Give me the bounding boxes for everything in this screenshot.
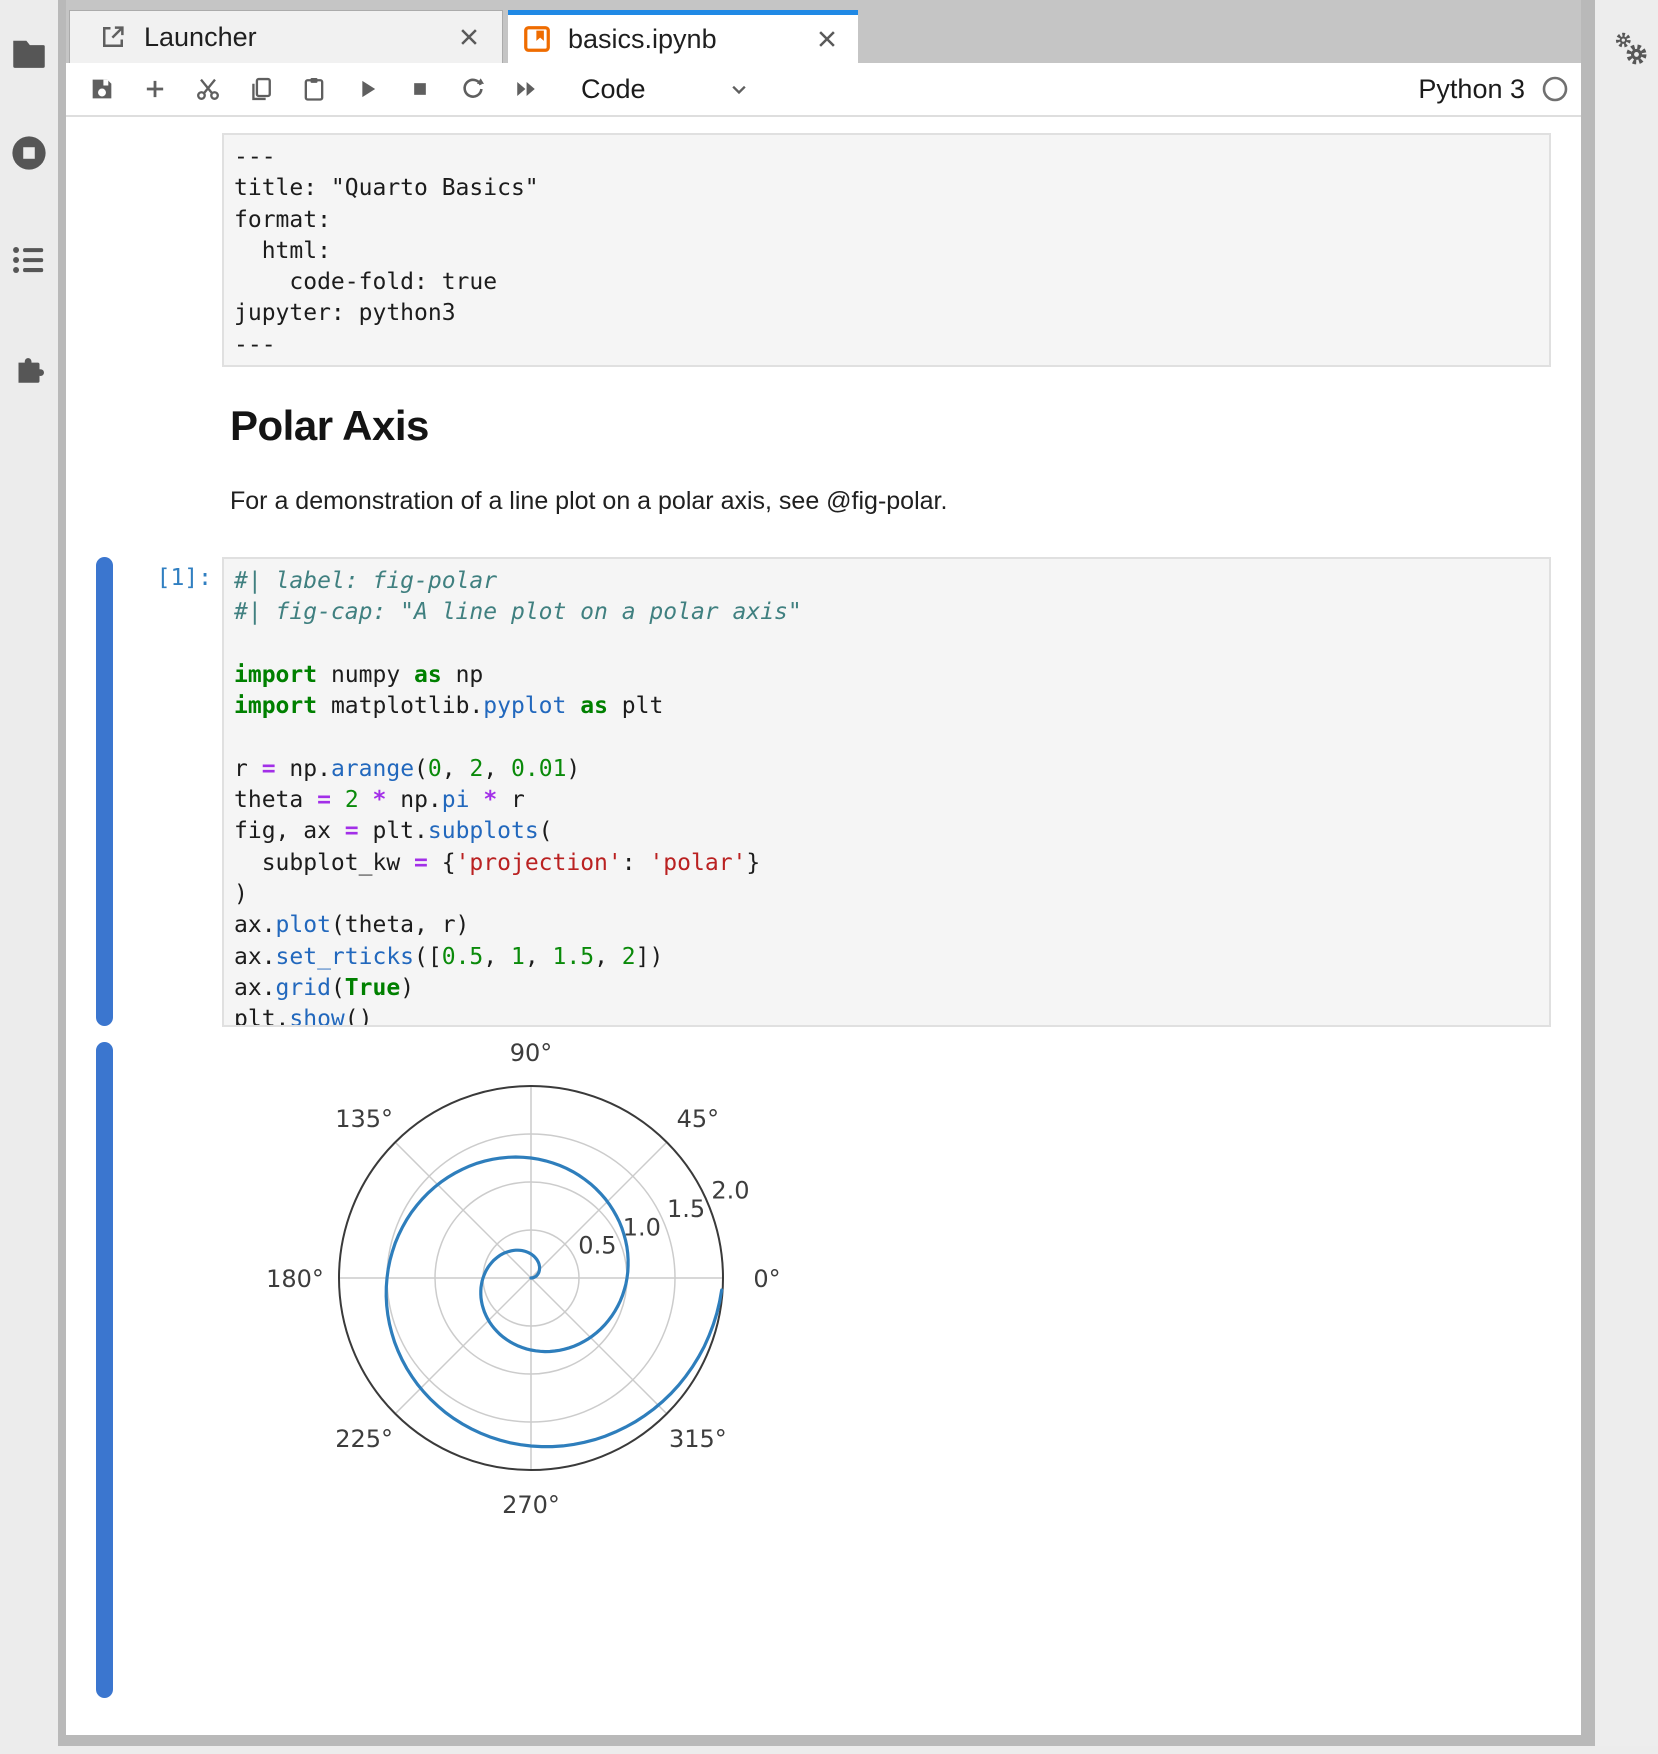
launcher-icon	[98, 22, 128, 52]
panel-divider-right	[1581, 0, 1595, 1746]
play-icon[interactable]	[353, 75, 381, 103]
svg-text:0.5: 0.5	[578, 1232, 616, 1260]
gears-icon[interactable]	[1609, 28, 1653, 72]
cell-type-dropdown[interactable]: Code	[581, 74, 753, 105]
left-sidebar	[0, 0, 58, 1746]
code-line: ax.grid(True)	[234, 973, 1549, 1004]
svg-text:1.5: 1.5	[667, 1195, 705, 1223]
tab-label: Launcher	[144, 22, 257, 53]
output-collapser[interactable]	[96, 1042, 113, 1698]
close-icon[interactable]	[454, 22, 484, 52]
svg-text:270°: 270°	[502, 1491, 560, 1519]
code-line: ax.plot(theta, r)	[234, 910, 1549, 941]
fast-forward-icon[interactable]	[512, 75, 540, 103]
notebook-toolbar: Code Python 3	[66, 63, 1581, 117]
svg-text:45°: 45°	[677, 1105, 720, 1133]
right-sidebar	[1595, 0, 1658, 1746]
raw-cell-line: title: "Quarto Basics"	[234, 173, 1549, 204]
save-icon[interactable]	[88, 75, 116, 103]
raw-cell-line: format:	[234, 205, 1549, 236]
code-line: fig, ax = plt.subplots(	[234, 816, 1549, 847]
plus-icon[interactable]	[141, 75, 169, 103]
code-line: theta = 2 * np.pi * r	[234, 785, 1549, 816]
cell-type-label: Code	[581, 74, 646, 105]
raw-yaml-cell[interactable]: ---title: "Quarto Basics"format: html: c…	[222, 133, 1551, 367]
raw-cell-line: jupyter: python3	[234, 298, 1549, 329]
chevron-down-icon	[725, 75, 753, 103]
panel-divider-left	[58, 0, 66, 1746]
svg-text:315°: 315°	[669, 1425, 727, 1453]
code-line: )	[234, 879, 1549, 910]
svg-text:135°: 135°	[335, 1105, 393, 1133]
code-line	[234, 722, 1549, 753]
raw-cell-line: ---	[234, 142, 1549, 173]
code-line: subplot_kw = {'projection': 'polar'}	[234, 848, 1549, 879]
code-editor[interactable]: #| label: fig-polar#| fig-cap: "A line p…	[222, 557, 1551, 1027]
code-line: r = np.arange(0, 2, 0.01)	[234, 754, 1549, 785]
svg-text:1.0: 1.0	[623, 1213, 661, 1241]
svg-text:0°: 0°	[753, 1265, 780, 1293]
copy-icon[interactable]	[247, 75, 275, 103]
polar-plot-output: 0° 45° 90° 135° 180° 225° 270° 315° 0.51.01.52.0	[211, 1043, 851, 1523]
markdown-heading: Polar Axis	[230, 402, 429, 450]
restart-icon[interactable]	[459, 75, 487, 103]
code-line: ax.set_rticks([0.5, 1, 1.5, 2])	[234, 942, 1549, 973]
code-line	[234, 629, 1549, 660]
svg-text:225°: 225°	[335, 1425, 393, 1453]
code-line: import matplotlib.pyplot as plt	[234, 691, 1549, 722]
stop-icon[interactable]	[406, 75, 434, 103]
raw-cell-line: ---	[234, 330, 1549, 361]
raw-cell-line: html:	[234, 236, 1549, 267]
svg-text:180°: 180°	[266, 1265, 324, 1293]
window-bottom-border	[58, 1735, 1595, 1746]
paste-icon[interactable]	[300, 75, 328, 103]
code-line: #| label: fig-polar	[234, 566, 1549, 597]
tab-label: basics.ipynb	[568, 24, 717, 55]
notebook-content: ---title: "Quarto Basics"format: html: c…	[66, 119, 1581, 1735]
toc-icon[interactable]	[8, 239, 50, 281]
raw-cell-line: code-fold: true	[234, 267, 1549, 298]
dock-tab-bar: Launcher basics.ipynb	[66, 0, 1581, 63]
svg-text:2.0: 2.0	[711, 1177, 749, 1205]
running-icon[interactable]	[8, 132, 50, 174]
markdown-paragraph: For a demonstration of a line plot on a …	[230, 487, 947, 516]
code-line: #| fig-cap: "A line plot on a polar axis…	[234, 597, 1549, 628]
execution-count: [1]:	[96, 565, 212, 591]
notebook-icon	[522, 24, 552, 54]
scissors-icon[interactable]	[194, 75, 222, 103]
main-dock-panel: Launcher basics.ipynb	[66, 0, 1581, 1735]
input-collapser[interactable]	[96, 557, 113, 1026]
folder-icon[interactable]	[8, 32, 50, 74]
tab-basics-ipynb[interactable]: basics.ipynb	[508, 10, 858, 63]
kernel-name[interactable]: Python 3	[1418, 74, 1525, 105]
puzzle-icon[interactable]	[8, 346, 50, 388]
kernel-status-icon[interactable]	[1541, 75, 1569, 103]
close-icon[interactable]	[812, 24, 842, 54]
code-line: import numpy as np	[234, 660, 1549, 691]
tab-launcher[interactable]: Launcher	[69, 10, 503, 63]
jupyterlab-window: Launcher basics.ipynb	[0, 0, 1658, 1754]
svg-text:90°: 90°	[510, 1043, 553, 1067]
code-line: plt.show()	[234, 1004, 1549, 1027]
